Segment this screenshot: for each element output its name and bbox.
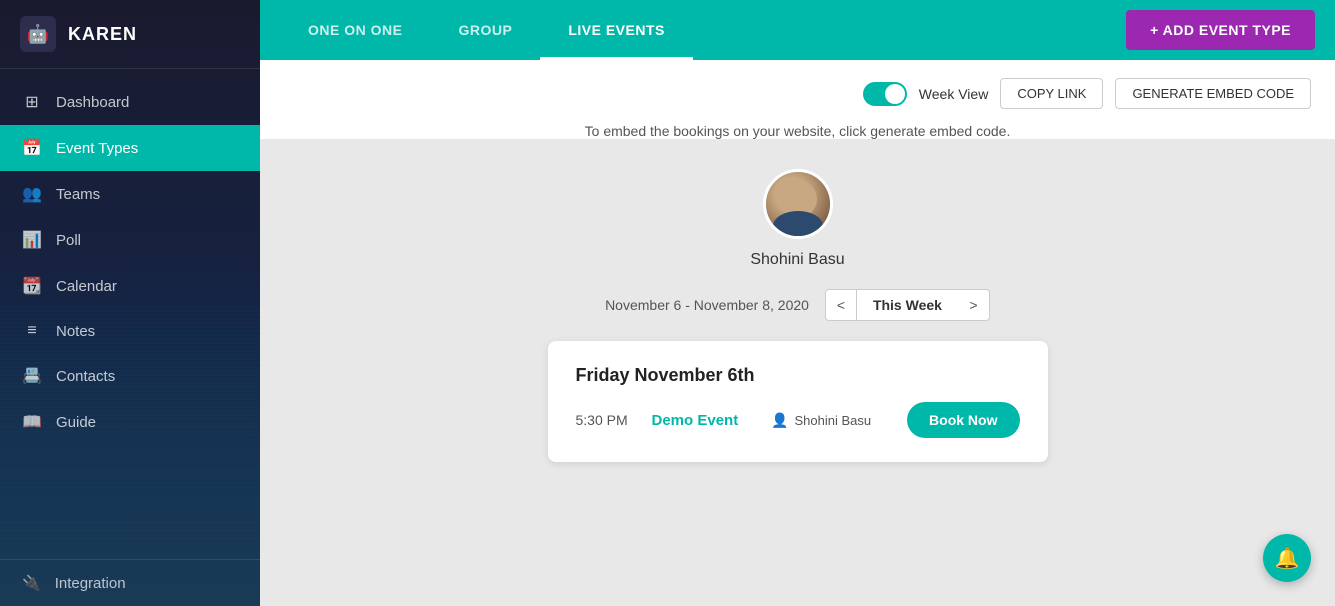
event-time: 5:30 PM bbox=[576, 412, 636, 428]
content-area: Week View COPY LINK GENERATE EMBED CODE … bbox=[260, 60, 1335, 606]
prev-week-button[interactable]: < bbox=[825, 289, 857, 321]
sidebar-item-contacts-label: Contacts bbox=[56, 368, 115, 385]
copy-link-button[interactable]: COPY LINK bbox=[1000, 78, 1103, 109]
dashboard-icon: ⊞ bbox=[22, 92, 42, 112]
event-name[interactable]: Demo Event bbox=[652, 412, 756, 429]
sidebar-item-dashboard-label: Dashboard bbox=[56, 94, 129, 111]
add-event-type-button[interactable]: + ADD EVENT TYPE bbox=[1126, 10, 1315, 50]
calendar-embed-area: Shohini Basu November 6 - November 8, 20… bbox=[260, 139, 1335, 606]
integration-icon: 🔌 bbox=[22, 574, 41, 592]
sidebar-item-event-types-label: Event Types bbox=[56, 140, 138, 157]
app-title: KAREN bbox=[68, 24, 137, 45]
week-view-label: Week View bbox=[919, 86, 989, 102]
event-host-name: Shohini Basu bbox=[794, 413, 871, 428]
event-card: Friday November 6th 5:30 PM Demo Event 👤… bbox=[548, 341, 1048, 462]
person-icon: 👤 bbox=[771, 412, 788, 429]
app-logo: 🤖 bbox=[20, 16, 56, 52]
sidebar-header: 🤖 KAREN bbox=[0, 0, 260, 69]
sidebar-item-teams-label: Teams bbox=[56, 186, 100, 203]
this-week-button[interactable]: This Week bbox=[857, 289, 958, 321]
tabs-bar: ONE ON ONE GROUP LIVE EVENTS + ADD EVENT… bbox=[260, 0, 1335, 60]
sidebar-item-contacts[interactable]: 📇 Contacts bbox=[0, 353, 260, 399]
notification-fab[interactable]: 🔔 bbox=[1263, 534, 1311, 582]
event-host: 👤 Shohini Basu bbox=[771, 412, 891, 429]
sidebar-item-event-types[interactable]: 📅 Event Types bbox=[0, 125, 260, 171]
profile-name: Shohini Basu bbox=[750, 251, 844, 269]
notes-icon: ≡ bbox=[22, 322, 42, 340]
tab-group[interactable]: GROUP bbox=[430, 0, 540, 60]
poll-icon: 📊 bbox=[22, 230, 42, 250]
sidebar-item-guide[interactable]: 📖 Guide bbox=[0, 399, 260, 445]
avatar-image bbox=[766, 172, 830, 236]
generate-embed-button[interactable]: GENERATE EMBED CODE bbox=[1115, 78, 1311, 109]
bell-icon: 🔔 bbox=[1275, 546, 1300, 571]
sidebar-item-dashboard[interactable]: ⊞ Dashboard bbox=[0, 79, 260, 125]
contacts-icon: 📇 bbox=[22, 366, 42, 386]
week-view-toggle[interactable] bbox=[863, 82, 907, 106]
sidebar-item-poll-label: Poll bbox=[56, 232, 81, 249]
main-content: ONE ON ONE GROUP LIVE EVENTS + ADD EVENT… bbox=[260, 0, 1335, 606]
sidebar-item-guide-label: Guide bbox=[56, 414, 96, 431]
sidebar-nav: ⊞ Dashboard 📅 Event Types 👥 Teams 📊 Poll… bbox=[0, 69, 260, 559]
event-types-icon: 📅 bbox=[22, 138, 42, 158]
event-row: 5:30 PM Demo Event 👤 Shohini Basu Book N… bbox=[576, 402, 1020, 438]
sidebar: 🤖 KAREN ⊞ Dashboard 📅 Event Types 👥 Team… bbox=[0, 0, 260, 606]
calendar-icon: 📆 bbox=[22, 276, 42, 296]
week-view-controls: Week View COPY LINK GENERATE EMBED CODE bbox=[260, 60, 1335, 115]
week-navigation: November 6 - November 8, 2020 < This Wee… bbox=[605, 289, 990, 321]
embed-hint-text: To embed the bookings on your website, c… bbox=[260, 115, 1335, 139]
book-now-button[interactable]: Book Now bbox=[907, 402, 1019, 438]
sidebar-item-integration[interactable]: 🔌 Integration bbox=[0, 559, 260, 606]
sidebar-footer-label: Integration bbox=[55, 575, 126, 592]
sidebar-item-notes[interactable]: ≡ Notes bbox=[0, 309, 260, 353]
event-date-header: Friday November 6th bbox=[576, 365, 1020, 386]
sidebar-item-calendar-label: Calendar bbox=[56, 278, 117, 295]
tab-one-on-one[interactable]: ONE ON ONE bbox=[280, 0, 430, 60]
next-week-button[interactable]: > bbox=[958, 289, 990, 321]
sidebar-item-calendar[interactable]: 📆 Calendar bbox=[0, 263, 260, 309]
sidebar-item-teams[interactable]: 👥 Teams bbox=[0, 171, 260, 217]
toggle-knob bbox=[885, 84, 905, 104]
sidebar-item-notes-label: Notes bbox=[56, 323, 95, 340]
teams-icon: 👥 bbox=[22, 184, 42, 204]
guide-icon: 📖 bbox=[22, 412, 42, 432]
tab-live-events[interactable]: LIVE EVENTS bbox=[540, 0, 693, 60]
week-range-text: November 6 - November 8, 2020 bbox=[605, 297, 809, 313]
avatar bbox=[763, 169, 833, 239]
sidebar-item-poll[interactable]: 📊 Poll bbox=[0, 217, 260, 263]
